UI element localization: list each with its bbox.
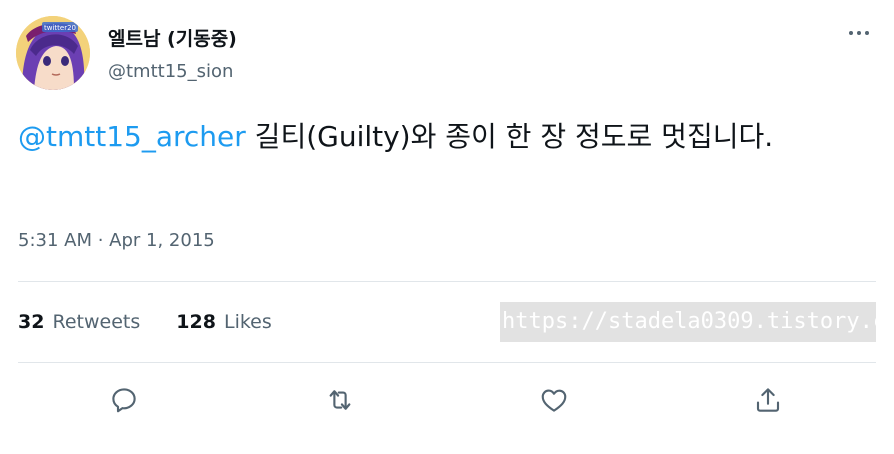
avatar-badge-text: twitter20 — [44, 24, 76, 32]
likes-stat[interactable]: 128 Likes — [176, 311, 272, 333]
reply-button[interactable] — [104, 380, 144, 420]
retweets-stat[interactable]: 32 Retweets — [18, 311, 140, 333]
retweet-button[interactable] — [320, 380, 360, 420]
tweet-timestamp[interactable]: 5:31 AM · Apr 1, 2015 — [18, 230, 215, 251]
avatar-image: twitter20 — [16, 16, 90, 90]
tweet-text: @tmtt15_archer 길티(Guilty)와 종이 한 장 정도로 멋집… — [18, 114, 878, 160]
more-dot-icon — [865, 31, 869, 35]
more-options-button[interactable] — [842, 20, 876, 46]
share-icon — [756, 388, 780, 412]
more-dot-icon — [857, 31, 861, 35]
divider — [18, 362, 876, 363]
likes-count: 128 — [176, 311, 216, 333]
like-icon — [541, 389, 567, 412]
author-handle[interactable]: @tmtt15_sion — [108, 61, 233, 82]
likes-label: Likes — [223, 311, 272, 333]
like-button[interactable] — [534, 380, 574, 420]
watermark: https://stadela0309.tistory.com — [500, 302, 876, 342]
share-button[interactable] — [748, 380, 788, 420]
retweets-label: Retweets — [52, 311, 141, 333]
mention-link[interactable]: @tmtt15_archer — [18, 120, 246, 153]
more-dot-icon — [849, 31, 853, 35]
author-display-name[interactable]: 엘트남 (기동중) — [108, 24, 237, 51]
tweet-body: 길티(Guilty)와 종이 한 장 정도로 멋집니다. — [245, 120, 774, 153]
divider — [18, 281, 876, 282]
avatar[interactable]: twitter20 — [16, 16, 90, 90]
engagement-stats: 32 Retweets 128 Likes — [18, 311, 272, 333]
reply-icon — [112, 388, 136, 413]
retweets-count: 32 — [18, 311, 45, 333]
retweet-icon — [329, 390, 351, 410]
